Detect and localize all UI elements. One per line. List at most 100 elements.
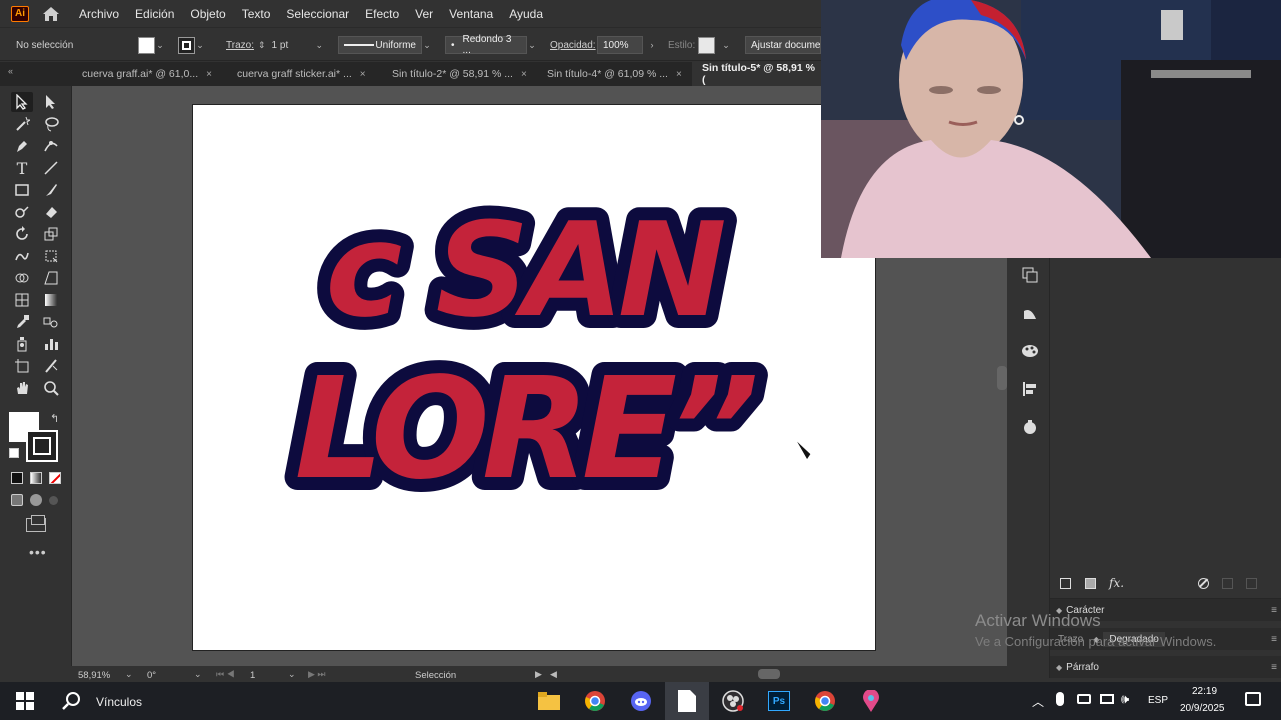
mesh-tool-icon[interactable] xyxy=(11,290,33,310)
clear-icon[interactable] xyxy=(1198,578,1209,589)
collapse-icon[interactable]: « xyxy=(8,66,13,76)
selection-tool-icon[interactable] xyxy=(11,92,33,112)
chevron-down-icon[interactable]: ⌄ xyxy=(422,40,432,51)
chevron-down-icon[interactable]: ⌄ xyxy=(288,669,296,680)
file-explorer-icon[interactable] xyxy=(536,688,562,714)
language-indicator[interactable]: ESP xyxy=(1148,695,1168,706)
network-icon[interactable] xyxy=(1100,694,1114,704)
free-transform-icon[interactable] xyxy=(40,246,62,266)
discord-icon[interactable] xyxy=(628,688,654,714)
gradient-tool-icon[interactable] xyxy=(40,290,62,310)
paintbrush-icon[interactable] xyxy=(40,180,62,200)
tab-sin-titulo-5[interactable]: Sin título-5* @ 58,91 % ( xyxy=(692,62,821,86)
menu-ventana[interactable]: Ventana xyxy=(449,7,493,21)
direct-selection-tool-icon[interactable] xyxy=(40,92,62,112)
magic-wand-icon[interactable] xyxy=(11,114,33,134)
photoshop-icon[interactable]: Ps xyxy=(766,688,792,714)
chevron-up-icon[interactable]: ︿ xyxy=(1032,693,1044,710)
line-tool-icon[interactable] xyxy=(40,158,62,178)
menu-objeto[interactable]: Objeto xyxy=(190,7,225,21)
curvature-tool-icon[interactable] xyxy=(40,136,62,156)
next-artboard-icon[interactable]: ▶ ⏭ xyxy=(308,669,326,680)
layers-panel-icon[interactable] xyxy=(1019,264,1041,286)
artboard-number[interactable]: 1 xyxy=(250,670,255,681)
zoom-tool-icon[interactable] xyxy=(40,378,62,398)
blend-tool-icon[interactable] xyxy=(40,312,62,332)
swap-colors-icon[interactable]: ↰ xyxy=(50,412,59,425)
column-graph-icon[interactable] xyxy=(40,334,62,354)
fx-icon[interactable]: fx. xyxy=(1109,576,1124,590)
panel-menu-icon[interactable]: ≡ xyxy=(1271,605,1277,616)
rectangle-tool-icon[interactable] xyxy=(11,180,33,200)
more-tools-icon[interactable]: ••• xyxy=(29,544,47,560)
menu-ayuda[interactable]: Ayuda xyxy=(509,7,543,21)
search-icon[interactable] xyxy=(58,688,84,714)
default-colors-icon[interactable] xyxy=(9,448,19,458)
opacity-value[interactable]: 100% xyxy=(597,36,643,54)
menu-efecto[interactable]: Efecto xyxy=(365,7,399,21)
volume-icon[interactable]: 🕪 xyxy=(1121,691,1129,707)
duplicate-icon[interactable] xyxy=(1085,578,1096,589)
slice-tool-icon[interactable] xyxy=(40,356,62,376)
panel-parrafo-header[interactable]: ◆ Párrafo xyxy=(1050,656,1281,678)
taskbar-search-text[interactable]: Vínculos xyxy=(96,695,142,709)
close-icon[interactable]: × xyxy=(676,69,682,80)
eraser-icon[interactable] xyxy=(40,202,62,222)
stroke-label[interactable]: Trazo: xyxy=(226,28,254,62)
menu-seleccionar[interactable]: Seleccionar xyxy=(286,7,349,21)
vertical-scrollbar[interactable] xyxy=(997,366,1007,390)
battery-icon[interactable] xyxy=(1077,694,1091,704)
chevron-down-icon[interactable]: ⌄ xyxy=(155,40,165,51)
stroke-color-swatch[interactable] xyxy=(26,430,58,462)
chrome-icon-2[interactable] xyxy=(812,688,838,714)
artboard[interactable]: c SAN c SAN LORE” LORE” xyxy=(192,104,876,651)
zoom-level[interactable]: 58,91% xyxy=(78,670,110,681)
fill-swatch[interactable]: ⌄ xyxy=(138,28,165,62)
gradient-mode-icon[interactable] xyxy=(30,472,42,484)
menu-archivo[interactable]: Archivo xyxy=(79,7,119,21)
menu-ver[interactable]: Ver xyxy=(415,7,433,21)
home-icon[interactable] xyxy=(41,4,61,24)
brush-definition[interactable]: • Redondo 3 ... ⌄ xyxy=(445,28,537,62)
notification-icon[interactable] xyxy=(1245,692,1261,706)
draw-inside-icon[interactable] xyxy=(49,496,58,505)
tab-sin-titulo-2[interactable]: Sin título-2* @ 58,91 % ... × xyxy=(382,62,537,86)
horizontal-scrollbar[interactable] xyxy=(758,669,780,679)
symbol-sprayer-icon[interactable] xyxy=(11,334,33,354)
hand-tool-icon[interactable] xyxy=(11,378,33,398)
rotation-value[interactable]: 0° xyxy=(147,670,156,681)
document-app-icon[interactable] xyxy=(674,688,700,714)
chevron-down-icon[interactable]: ⌄ xyxy=(527,40,537,51)
location-pin-icon[interactable] xyxy=(858,688,884,714)
stepper-icon[interactable]: ⇕ xyxy=(258,40,266,51)
transparency-panel-icon[interactable] xyxy=(1019,302,1041,324)
artboard-tool-icon[interactable] xyxy=(11,356,33,376)
stroke-weight-field[interactable]: ⇕ 1 pt ⌄ xyxy=(258,28,324,62)
first-artboard-icon[interactable]: ⏮ ◀ xyxy=(216,669,235,680)
opacity-field[interactable]: 100% › xyxy=(597,28,657,62)
obs-icon[interactable] xyxy=(720,688,746,714)
chevron-down-icon[interactable]: ⌄ xyxy=(125,669,133,680)
color-mode-icon[interactable] xyxy=(11,472,23,484)
status-menu-icon[interactable]: ▶ xyxy=(535,669,542,680)
lasso-icon[interactable] xyxy=(40,114,62,134)
menu-edicion[interactable]: Edición xyxy=(135,7,174,21)
color-guide-icon[interactable] xyxy=(1019,340,1041,362)
menu-texto[interactable]: Texto xyxy=(242,7,271,21)
draw-mode-icon[interactable] xyxy=(11,494,23,506)
clock-date[interactable]: 20/9/2025 xyxy=(1180,703,1225,714)
chrome-icon[interactable] xyxy=(582,688,608,714)
panel-menu-icon[interactable]: ≡ xyxy=(1271,634,1277,645)
close-icon[interactable]: × xyxy=(360,69,366,80)
chevron-down-icon[interactable]: ⌄ xyxy=(721,40,731,51)
chevron-down-icon[interactable]: ⌄ xyxy=(314,40,324,51)
perspective-grid-icon[interactable] xyxy=(40,268,62,288)
style-swatch[interactable]: ⌄ xyxy=(698,28,731,62)
opacity-label[interactable]: Opacidad: xyxy=(550,28,596,62)
close-icon[interactable]: × xyxy=(521,69,527,80)
warp-tool-icon[interactable] xyxy=(11,246,33,266)
document-setup-button[interactable]: Ajustar documento xyxy=(745,28,821,62)
shaper-tool-icon[interactable] xyxy=(11,202,33,222)
variable-width-profile[interactable]: Uniforme ⌄ xyxy=(338,28,432,62)
microphone-icon[interactable] xyxy=(1056,692,1064,706)
